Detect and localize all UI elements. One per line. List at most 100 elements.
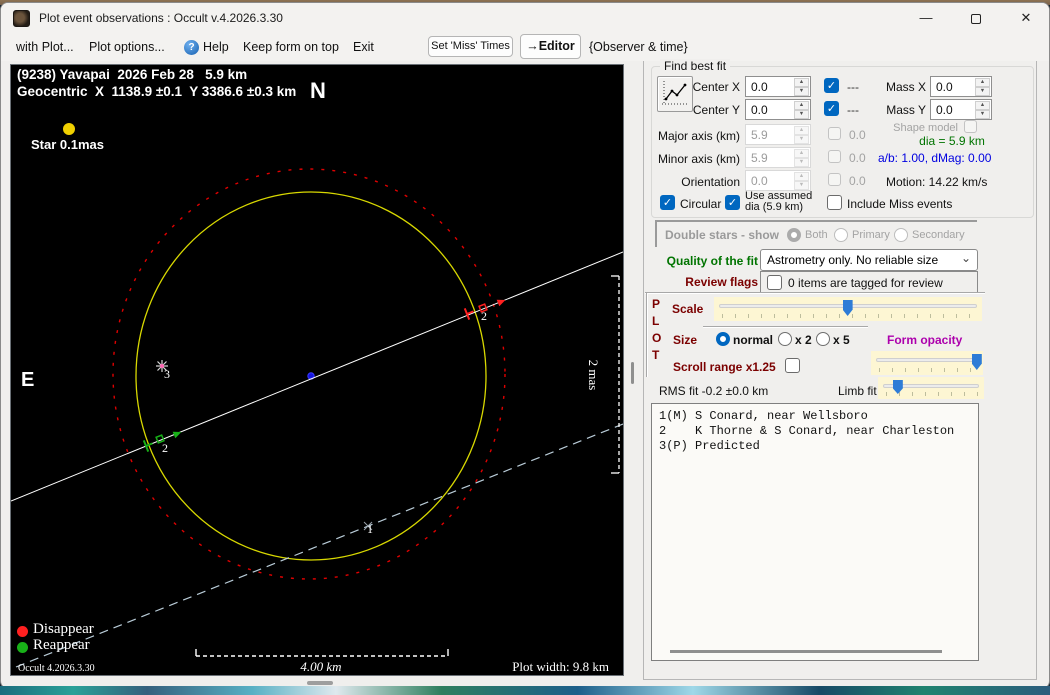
close-icon: ✕ bbox=[1020, 10, 1032, 25]
spin-down-icon[interactable]: ▼ bbox=[794, 110, 809, 119]
form-opacity-track[interactable] bbox=[876, 358, 978, 362]
mas-scale-label: 2 mas bbox=[586, 359, 601, 391]
center-x-spinner[interactable]: 0.0 ▲ ▼ bbox=[745, 76, 811, 97]
use-assumed-label-2: dia (5.9 km) bbox=[745, 201, 804, 213]
scalebar-label: 4.00 km bbox=[300, 659, 342, 674]
scale-label: Scale bbox=[672, 302, 704, 316]
plot-title-line1: (9238) Yavapai 2026 Feb 28 5.9 km bbox=[17, 67, 248, 82]
menu-with-plot[interactable]: with Plot... bbox=[16, 40, 74, 54]
minor-axis-checkbox bbox=[828, 150, 841, 163]
spin-up-icon[interactable]: ▲ bbox=[794, 101, 809, 110]
control-panel: Find best fit Center X 0.0 ▲ ▼ ✓ --- Mas… bbox=[643, 59, 1037, 680]
maximize-button[interactable] bbox=[953, 3, 999, 33]
editor-button[interactable]: →Editor bbox=[520, 34, 581, 59]
spin-up-icon[interactable]: ▲ bbox=[975, 78, 990, 87]
size-x5-label: x 5 bbox=[833, 333, 850, 347]
double-stars-group: Double stars - show Both Primary Seconda… bbox=[655, 220, 977, 247]
plot-hscrollbar-thumb[interactable] bbox=[307, 681, 333, 685]
center-y-label: Center Y bbox=[692, 103, 740, 117]
chord-1-line bbox=[15, 423, 623, 668]
form-opacity-ticks bbox=[879, 368, 977, 372]
observation-row[interactable]: 1(M) S Conard, near Wellsboro bbox=[659, 409, 954, 424]
motion-readout: Motion: 14.22 km/s bbox=[886, 175, 988, 189]
size-x5-radio[interactable] bbox=[816, 332, 830, 346]
spin-down-icon[interactable]: ▼ bbox=[975, 87, 990, 96]
size-label: Size bbox=[673, 333, 698, 347]
desktop-wallpaper-strip bbox=[0, 686, 1050, 695]
mass-x-label: Mass X bbox=[885, 80, 926, 94]
east-label: E bbox=[21, 369, 35, 391]
maximize-icon bbox=[971, 13, 981, 24]
review-flags-checkbox[interactable] bbox=[767, 275, 782, 290]
orientation-checkbox bbox=[828, 173, 841, 186]
chord2-direction-arrow-green bbox=[172, 431, 182, 439]
chord-2-line bbox=[11, 251, 623, 502]
mass-y-spinner[interactable]: 0.0 ▲ ▼ bbox=[930, 99, 992, 120]
spin-down-icon[interactable]: ▼ bbox=[975, 110, 990, 119]
double-both-radio bbox=[787, 228, 801, 242]
plot-letter-t: T bbox=[652, 348, 660, 362]
shape-model-checkbox[interactable] bbox=[964, 120, 977, 133]
north-label: N bbox=[310, 78, 326, 103]
double-secondary-radio bbox=[894, 228, 908, 242]
use-assumed-checkbox[interactable]: ✓ bbox=[725, 195, 740, 210]
major-axis-spinner: 5.9 ▲ ▼ bbox=[745, 124, 811, 145]
listbox-hscrollbar[interactable] bbox=[670, 650, 942, 653]
scale-slider-ticks bbox=[722, 314, 976, 318]
help-icon[interactable]: ? bbox=[184, 40, 199, 55]
review-flags-text: 0 items are tagged for review bbox=[788, 276, 943, 290]
size-x2-radio[interactable] bbox=[778, 332, 792, 346]
major-axis-label: Major axis (km) bbox=[657, 129, 740, 143]
limb-fit-label: Limb fit bbox=[838, 384, 877, 398]
chord2-reappear-errorbar bbox=[142, 440, 153, 452]
occultation-plot[interactable]: (9238) Yavapai 2026 Feb 28 5.9 km Geocen… bbox=[11, 65, 623, 675]
size-group-divider bbox=[703, 326, 868, 328]
menu-exit[interactable]: Exit bbox=[353, 40, 374, 54]
spin-up-icon[interactable]: ▲ bbox=[975, 101, 990, 110]
mass-x-spinner[interactable]: 0.0 ▲ ▼ bbox=[930, 76, 992, 97]
center-y-spinner[interactable]: 0.0 ▲ ▼ bbox=[745, 99, 811, 120]
disappear-legend-dot bbox=[17, 626, 28, 637]
form-opacity-label: Form opacity bbox=[887, 333, 963, 347]
spin-up-icon[interactable]: ▲ bbox=[794, 78, 809, 87]
observations-listbox[interactable]: 1(M) S Conard, near Wellsboro 2 K Thorne… bbox=[651, 403, 979, 661]
chevron-down-icon[interactable]: ⌄ bbox=[961, 251, 971, 265]
quality-label: Quality of the fit bbox=[666, 254, 758, 268]
minimize-button[interactable]: — bbox=[903, 3, 949, 33]
quality-combobox[interactable]: Astrometry only. No reliable size ⌄ bbox=[760, 249, 978, 271]
circular-checkbox[interactable]: ✓ bbox=[660, 195, 675, 210]
center-x-free-checkbox[interactable]: ✓ bbox=[824, 78, 839, 93]
scale-slider[interactable] bbox=[714, 297, 982, 321]
chord2-direction-arrow-red bbox=[496, 299, 506, 307]
disappear-legend-label: Disappear bbox=[33, 621, 94, 637]
set-miss-times-button[interactable]: Set 'Miss' Times bbox=[428, 36, 513, 57]
reappear-legend-label: Reappear bbox=[33, 637, 90, 653]
splitter-handle[interactable] bbox=[631, 362, 634, 384]
find-best-fit-caption: Find best fit bbox=[660, 59, 731, 73]
dia-readout: dia = 5.9 km bbox=[919, 134, 985, 148]
form-opacity-slider[interactable] bbox=[871, 351, 983, 375]
orientation-zero: 0.0 bbox=[849, 174, 866, 188]
menu-help[interactable]: Help bbox=[203, 40, 229, 54]
star-label: Star 0.1mas bbox=[31, 137, 104, 152]
spin-down-icon[interactable]: ▼ bbox=[794, 87, 809, 96]
minor-axis-zero: 0.0 bbox=[849, 151, 866, 165]
plot-section-divider bbox=[645, 292, 985, 294]
minimize-icon: — bbox=[919, 10, 933, 25]
circular-label: Circular bbox=[680, 197, 722, 211]
center-x-dashes: --- bbox=[847, 80, 859, 94]
limb-fit-slider[interactable] bbox=[878, 377, 984, 399]
plot-letter-l: L bbox=[652, 314, 660, 328]
observation-row[interactable]: 2 K Thorne & S Conard, near Charleston bbox=[659, 424, 954, 439]
plot-section-left-edge bbox=[646, 293, 648, 377]
menu-plot-options[interactable]: Plot options... bbox=[89, 40, 165, 54]
scroll-range-checkbox[interactable] bbox=[785, 358, 800, 373]
include-miss-checkbox[interactable] bbox=[827, 195, 842, 210]
observation-row[interactable]: 3(P) Predicted bbox=[659, 439, 954, 454]
menu-keep-on-top[interactable]: Keep form on top bbox=[243, 40, 339, 54]
size-normal-radio[interactable] bbox=[716, 332, 730, 346]
observer-time-label: {Observer & time} bbox=[589, 40, 688, 54]
close-button[interactable]: ✕ bbox=[1003, 3, 1049, 33]
center-y-free-checkbox[interactable]: ✓ bbox=[824, 101, 839, 116]
fit-chart-icon bbox=[662, 81, 688, 105]
